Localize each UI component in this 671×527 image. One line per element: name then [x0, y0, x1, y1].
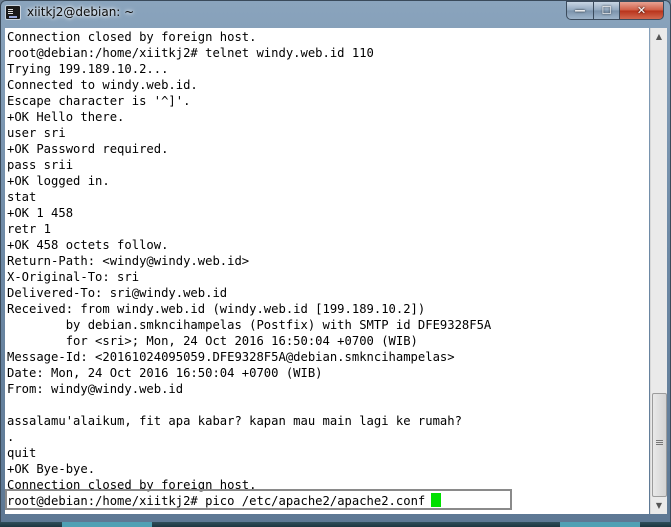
- terminal-line: pass srii: [7, 158, 74, 172]
- typed-command: pico /etc/apache2/apache2.conf: [205, 494, 426, 508]
- terminal-line: Received: from windy.web.id (windy.web.i…: [7, 302, 426, 316]
- terminal-line: .: [7, 430, 15, 444]
- minimize-icon: —: [574, 4, 586, 17]
- taskbar-edge: [0, 522, 671, 527]
- terminal-line: X-Original-To: sri: [7, 270, 140, 284]
- window-controls: — ☐ ✕: [566, 1, 664, 20]
- terminal-output[interactable]: Connection closed by foreign host. root@d…: [7, 29, 491, 509]
- terminal-line: Connection closed by foreign host.: [7, 30, 257, 44]
- terminal-line: Date: Mon, 24 Oct 2016 16:50:04 +0700 (W…: [7, 366, 323, 380]
- taskbar-button[interactable]: [560, 522, 640, 527]
- maximize-button[interactable]: ☐: [593, 1, 619, 20]
- terminal-line: Connection closed by foreign host.: [7, 478, 257, 492]
- terminal-app-icon[interactable]: [5, 5, 21, 20]
- shell-prompt: root@debian:/home/xiitkj2#: [7, 494, 198, 508]
- terminal-line: Message-Id: <20161024095059.DFE9328F5A@d…: [7, 350, 455, 364]
- terminal-line: root@debian:/home/xiitkj2# telnet windy.…: [7, 46, 374, 60]
- terminal-line: retr 1: [7, 222, 52, 236]
- down-arrow-icon[interactable]: ▼: [651, 497, 667, 514]
- vertical-scrollbar[interactable]: ▲ ▼: [650, 28, 667, 514]
- text-cursor: [431, 493, 442, 507]
- terminal-line: Connected to windy.web.id.: [7, 78, 198, 92]
- terminal-line: user sri: [7, 126, 66, 140]
- terminal-area[interactable]: Connection closed by foreign host. root@d…: [5, 28, 649, 514]
- up-arrow-icon[interactable]: ▲: [651, 28, 667, 45]
- terminal-line: Delivered-To: sri@windy.web.id: [7, 286, 228, 300]
- terminal-line: +OK logged in.: [7, 174, 110, 188]
- title-bar[interactable]: xiitkj2@debian: ~ — ☐ ✕: [1, 1, 670, 25]
- window-title: xiitkj2@debian: ~: [27, 5, 135, 19]
- terminal-line: +OK 1 458: [7, 206, 74, 220]
- terminal-line: assalamu'alaikum, fit apa kabar? kapan m…: [7, 414, 462, 428]
- terminal-line: stat: [7, 190, 37, 204]
- terminal-line: From: windy@windy.web.id: [7, 382, 184, 396]
- terminal-line: Trying 199.189.10.2...: [7, 62, 169, 76]
- terminal-line: Return-Path: <windy@windy.web.id>: [7, 254, 250, 268]
- terminal-line: Escape character is '^]'.: [7, 94, 191, 108]
- terminal-line: +OK Bye-bye.: [7, 462, 96, 476]
- maximize-icon: ☐: [601, 4, 612, 17]
- terminal-line: quit: [7, 446, 37, 460]
- terminal-window: xiitkj2@debian: ~ — ☐ ✕ Connection close…: [0, 0, 671, 527]
- close-button[interactable]: ✕: [619, 1, 664, 20]
- terminal-line: for <sri>; Mon, 24 Oct 2016 16:50:04 +07…: [7, 334, 418, 348]
- scrollbar-thumb[interactable]: [652, 393, 667, 497]
- close-icon: ✕: [636, 4, 647, 17]
- terminal-line: by debian.smkncihampelas (Postfix) with …: [7, 318, 492, 332]
- minimize-button[interactable]: —: [566, 1, 593, 20]
- terminal-line: +OK Password required.: [7, 142, 169, 156]
- terminal-line: +OK 458 octets follow.: [7, 238, 169, 252]
- terminal-line: +OK Hello there.: [7, 110, 125, 124]
- taskbar-button[interactable]: [62, 522, 152, 527]
- command-line[interactable]: root@debian:/home/xiitkj2# pico /etc/apa…: [7, 493, 491, 509]
